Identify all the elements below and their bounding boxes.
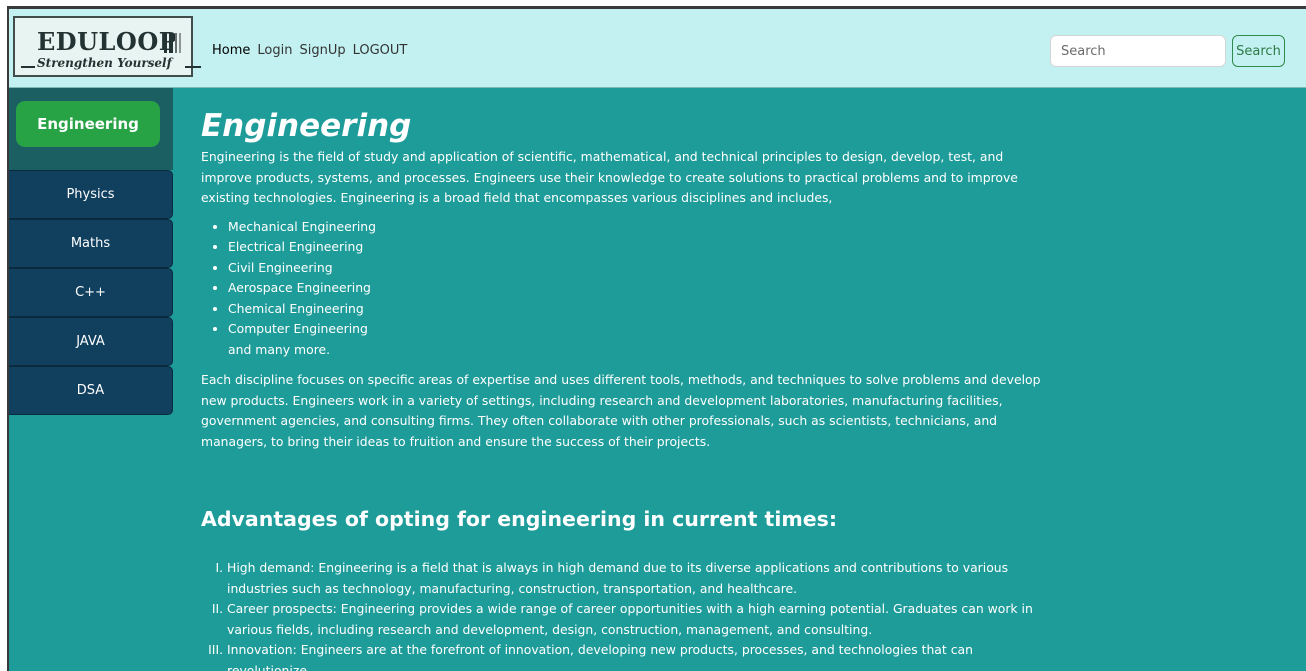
list-item: Electrical Engineering xyxy=(228,237,1056,258)
search-input[interactable] xyxy=(1050,35,1226,67)
list-item: Computer Engineering xyxy=(228,319,1056,340)
app-frame: EDULOOP Strengthen Yourself Home Login S… xyxy=(7,6,1306,671)
search-button[interactable]: Search xyxy=(1232,35,1285,67)
list-item: Chemical Engineering xyxy=(228,299,1056,320)
navbar: EDULOOP Strengthen Yourself Home Login S… xyxy=(9,9,1306,88)
list-item: High demand: Engineering is a field that… xyxy=(227,558,1056,599)
fields-list: Mechanical Engineering Electrical Engine… xyxy=(228,217,1056,340)
sidebar-item-maths[interactable]: Maths xyxy=(9,219,173,268)
logo-title: EDULOOP xyxy=(37,27,178,56)
logo-rule-right xyxy=(185,66,201,68)
sidebar-item-java[interactable]: JAVA xyxy=(9,317,173,366)
nav-link-logout[interactable]: LOGOUT xyxy=(353,43,408,58)
nav-link-signup[interactable]: SignUp xyxy=(299,43,345,58)
sidebar: Engineering Physics Maths C++ JAVA DSA xyxy=(9,88,173,671)
list-item: Mechanical Engineering xyxy=(228,217,1056,238)
list-item: Career prospects: Engineering provides a… xyxy=(227,599,1056,640)
sidebar-item-dsa[interactable]: DSA xyxy=(9,366,173,415)
discipline-paragraph: Each discipline focuses on specific area… xyxy=(201,372,1041,449)
logo-tagline: Strengthen Yourself xyxy=(37,56,172,70)
logo-rule-left xyxy=(21,66,35,68)
main-content: Engineering Engineering is the field of … xyxy=(173,88,1306,671)
advantages-heading: Advantages of opting for engineering in … xyxy=(201,507,838,531)
sidebar-header: Engineering xyxy=(9,88,173,170)
page-title: Engineering xyxy=(201,108,412,144)
sidebar-item-cpp[interactable]: C++ xyxy=(9,268,173,317)
sidebar-item-physics[interactable]: Physics xyxy=(9,170,173,219)
nav-links: Home Login SignUp LOGOUT xyxy=(212,43,407,58)
sidebar-item-engineering[interactable]: Engineering xyxy=(16,101,160,147)
list-item: Innovation: Engineers are at the forefro… xyxy=(227,640,1056,671)
nav-link-login[interactable]: Login xyxy=(257,43,292,58)
logo-bars-icon xyxy=(164,33,182,53)
list-item: Civil Engineering xyxy=(228,258,1056,279)
brand-logo[interactable]: EDULOOP Strengthen Yourself xyxy=(13,16,201,77)
intro-paragraph: Engineering is the field of study and ap… xyxy=(201,149,1018,205)
list-item: Aerospace Engineering xyxy=(228,278,1056,299)
article: Engineering Engineering is the field of … xyxy=(201,108,1056,671)
advantages-list: High demand: Engineering is a field that… xyxy=(227,558,1056,671)
more-text: and many more. xyxy=(228,341,331,357)
nav-link-home[interactable]: Home xyxy=(212,43,250,58)
